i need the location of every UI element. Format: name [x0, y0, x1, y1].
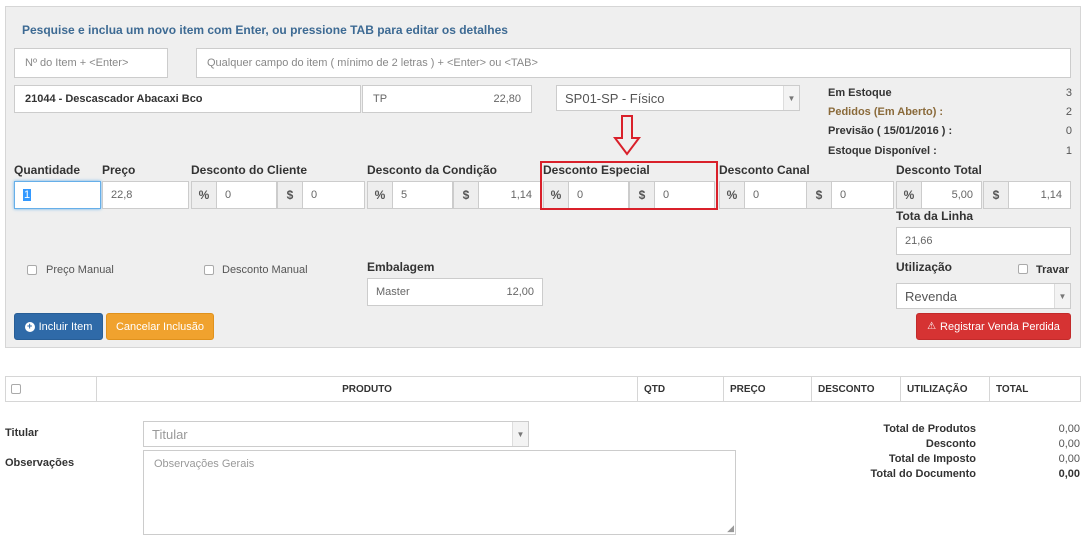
stock-value: 3: [1065, 87, 1072, 99]
holder-placeholder: Titular: [152, 426, 188, 442]
column-product[interactable]: PRODUTO: [96, 377, 637, 401]
price-label: Preço: [102, 163, 136, 177]
lock-checkbox[interactable]: [1018, 264, 1028, 274]
open-orders-label: Pedidos (Em Aberto) :: [828, 106, 944, 118]
item-number-input[interactable]: Nº do Item + <Enter>: [14, 48, 168, 78]
quantity-input[interactable]: 1: [14, 181, 101, 209]
price-table-value: 22,80: [493, 93, 521, 105]
client-discount-cur-addon: $: [277, 181, 303, 209]
arrow-down-icon: [613, 115, 641, 156]
packaging-name: Master: [376, 286, 410, 298]
client-discount-pct-addon: %: [191, 181, 217, 209]
packaging-field[interactable]: Master 12,00: [367, 278, 543, 306]
notes-textarea[interactable]: Observações Gerais ◢: [143, 450, 736, 535]
open-orders-value: 2: [1065, 106, 1072, 118]
chevron-down-icon: ▼: [783, 86, 799, 110]
add-item-button[interactable]: + Incluir Item: [14, 313, 103, 340]
manual-price-label: Preço Manual: [46, 264, 114, 276]
document-total-value: 0,00: [1058, 468, 1080, 480]
cancel-inclusion-button[interactable]: Cancelar Inclusão: [106, 313, 214, 340]
total-discount-pct-input[interactable]: 5,00: [921, 181, 982, 209]
holder-select[interactable]: Titular ▼: [143, 421, 529, 447]
warning-icon: ⚠: [927, 321, 937, 332]
client-discount-value-input[interactable]: 0: [302, 181, 365, 209]
plus-circle-icon: +: [24, 321, 35, 332]
channel-discount-cur-addon: $: [806, 181, 832, 209]
column-discount[interactable]: DESCONTO: [811, 377, 900, 401]
manual-discount-checkbox[interactable]: [204, 265, 214, 275]
line-total-label: Tota da Linha: [896, 209, 974, 223]
total-tax-value: 0,00: [1058, 453, 1080, 465]
usage-select[interactable]: Revenda ▼: [896, 283, 1071, 309]
register-lost-sale-button[interactable]: ⚠ Registrar Venda Perdida: [916, 313, 1071, 340]
select-all-checkbox[interactable]: [11, 384, 21, 394]
chevron-down-icon: ▼: [512, 422, 528, 446]
items-table-header: PRODUTO QTD PREÇO DESCONTO UTILIZAÇÃO TO…: [5, 376, 1081, 402]
column-usage[interactable]: UTILIZAÇÃO: [900, 377, 989, 401]
total-discount-pct-addon: %: [896, 181, 922, 209]
resize-handle-icon[interactable]: ◢: [727, 523, 734, 534]
manual-price-checkbox[interactable]: [27, 265, 37, 275]
lock-label: Travar: [1036, 264, 1070, 276]
manual-discount-label: Desconto Manual: [222, 264, 308, 276]
available-stock-value: 1: [1065, 145, 1072, 157]
warehouse-value: SP01-SP - Físico: [565, 90, 665, 106]
total-discount-summary-label: Desconto: [925, 438, 976, 450]
notes-label: Observações: [5, 457, 75, 469]
product-name-field[interactable]: 21044 - Descascador Abacaxi Bco: [14, 85, 361, 113]
price-input[interactable]: 22,8: [102, 181, 189, 209]
packaging-value: 12,00: [506, 286, 534, 298]
total-products-label: Total de Produtos: [883, 423, 976, 435]
column-qty[interactable]: QTD: [637, 377, 723, 401]
packaging-label: Embalagem: [367, 260, 435, 274]
condition-discount-label: Desconto da Condição: [367, 163, 498, 177]
condition-discount-pct-addon: %: [367, 181, 393, 209]
forecast-value: 0: [1065, 125, 1072, 137]
total-discount-cur-addon: $: [983, 181, 1009, 209]
holder-label: Titular: [5, 427, 39, 439]
channel-discount-pct-addon: %: [719, 181, 745, 209]
warehouse-select[interactable]: SP01-SP - Físico ▼: [556, 85, 800, 111]
search-hint: Pesquise e inclua um novo item com Enter…: [22, 23, 508, 37]
channel-discount-label: Desconto Canal: [719, 163, 810, 177]
total-products-value: 0,00: [1058, 423, 1080, 435]
column-price[interactable]: PREÇO: [723, 377, 811, 401]
total-discount-label: Desconto Total: [896, 163, 982, 177]
register-lost-sale-label: Registrar Venda Perdida: [940, 320, 1060, 333]
usage-label: Utilização: [896, 260, 953, 274]
usage-value: Revenda: [905, 288, 958, 304]
channel-discount-pct-input[interactable]: 0: [744, 181, 807, 209]
stock-label: Em Estoque: [828, 87, 892, 99]
total-tax-label: Total de Imposto: [888, 453, 976, 465]
document-total-label: Total do Documento: [870, 468, 976, 480]
item-search-input[interactable]: Qualquer campo do item ( mínimo de 2 let…: [196, 48, 1071, 78]
channel-discount-value-input[interactable]: 0: [831, 181, 894, 209]
condition-discount-value-input[interactable]: 1,14: [478, 181, 541, 209]
condition-discount-cur-addon: $: [453, 181, 479, 209]
notes-placeholder: Observações Gerais: [154, 458, 255, 470]
column-total[interactable]: TOTAL: [989, 377, 1080, 401]
add-item-label: Incluir Item: [38, 320, 93, 333]
client-discount-label: Desconto do Cliente: [191, 163, 308, 177]
price-table-code: TP: [373, 93, 388, 105]
price-table-field[interactable]: TP 22,80: [362, 85, 532, 113]
condition-discount-pct-input[interactable]: 5: [392, 181, 453, 209]
forecast-label: Previsão ( 15/01/2016 ) :: [828, 125, 953, 137]
total-discount-value-input[interactable]: 1,14: [1008, 181, 1071, 209]
special-discount-highlight: [540, 161, 718, 210]
quantity-label: Quantidade: [14, 163, 81, 177]
available-stock-label: Estoque Disponível :: [828, 145, 937, 157]
quantity-value: 1: [23, 189, 32, 201]
client-discount-pct-input[interactable]: 0: [216, 181, 277, 209]
line-total-input[interactable]: 21,66: [896, 227, 1071, 255]
chevron-down-icon: ▼: [1054, 284, 1070, 308]
total-discount-summary-value: 0,00: [1058, 438, 1080, 450]
